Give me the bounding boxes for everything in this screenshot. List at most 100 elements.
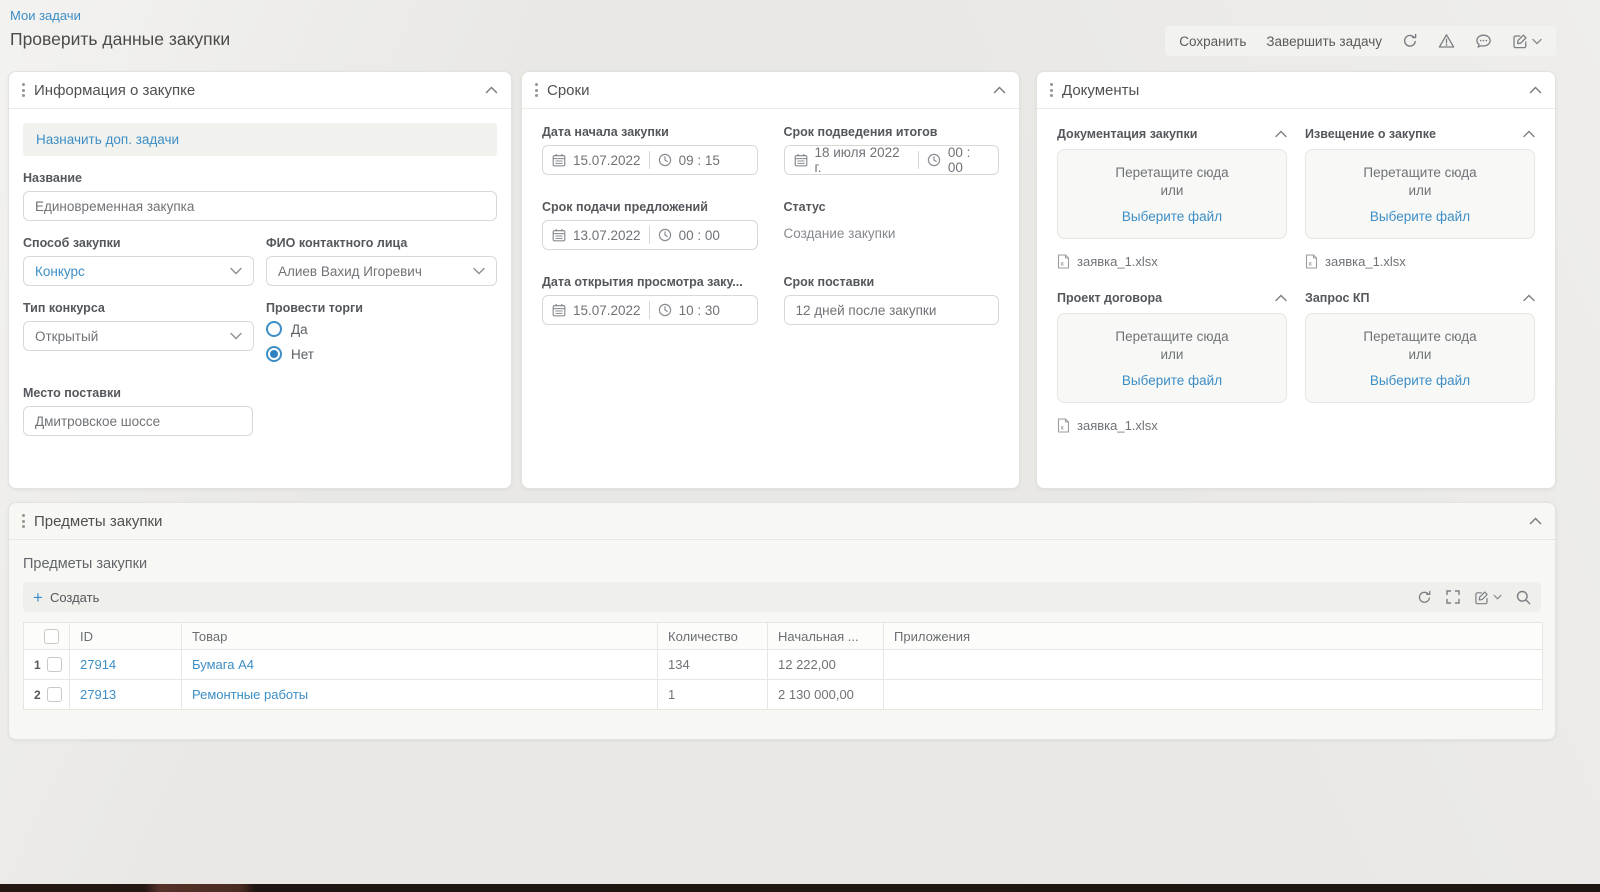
save-button[interactable]: Сохранить <box>1179 34 1246 49</box>
collapse-chevron-up-icon[interactable] <box>1529 86 1542 94</box>
purchase-method-value: Конкурс <box>35 264 85 279</box>
file-name: заявка_1.xlsx <box>1077 254 1158 269</box>
collapse-chevron-up-icon[interactable] <box>1275 130 1287 138</box>
radio-trade-no[interactable]: Нет <box>266 346 497 362</box>
item-id-link[interactable]: 27914 <box>80 657 116 672</box>
breadcrumb[interactable]: Мои задачи <box>10 8 230 23</box>
results-datetime-field[interactable]: 18 июля 2022 г. 00 : 00 <box>784 145 1000 175</box>
select-all-checkbox[interactable] <box>44 629 59 644</box>
calendar-icon <box>794 153 808 167</box>
file-dropzone[interactable]: Перетащите сюда или Выберите файл <box>1057 149 1287 239</box>
panel-purchase-info-header: Информация о закупке <box>9 72 511 109</box>
complete-task-button[interactable]: Завершить задачу <box>1266 34 1382 49</box>
contact-person-select[interactable]: Алиев Вахид Игоревич <box>266 256 497 286</box>
edit-dropdown[interactable] <box>1474 590 1502 605</box>
chevron-down-icon <box>230 267 242 275</box>
panel-title: Информация о закупке <box>34 82 485 99</box>
xlsx-file-icon: x <box>1057 254 1070 269</box>
field-label-start-date: Дата начала закупки <box>542 125 758 139</box>
choose-file-link[interactable]: Выберите файл <box>1370 209 1470 224</box>
delivery-place-value: Дмитровское шоссе <box>35 414 160 429</box>
file-dropzone[interactable]: Перетащите сюда или Выберите файл <box>1057 313 1287 403</box>
contact-person-value: Алиев Вахид Игоревич <box>278 264 422 279</box>
file-name: заявка_1.xlsx <box>1325 254 1406 269</box>
delivery-term-field[interactable]: 12 дней после закупки <box>784 295 1000 325</box>
assign-extra-tasks-link[interactable]: Назначить доп. задачи <box>23 123 497 156</box>
drag-handle-icon[interactable] <box>22 514 25 528</box>
attached-file[interactable]: x заявка_1.xlsx <box>1057 254 1287 269</box>
delivery-place-field[interactable]: Дмитровское шоссе <box>23 406 253 436</box>
row-checkbox[interactable] <box>47 687 62 702</box>
collapse-chevron-up-icon[interactable] <box>1275 294 1287 302</box>
collapse-chevron-up-icon[interactable] <box>1523 294 1535 302</box>
refresh-icon[interactable] <box>1417 590 1432 605</box>
edit-dropdown[interactable] <box>1512 33 1542 49</box>
item-attachments <box>884 680 1543 710</box>
item-id-link[interactable]: 27913 <box>80 687 116 702</box>
column-header-attachments[interactable]: Приложения <box>884 623 1543 650</box>
refresh-icon[interactable] <box>1402 33 1418 49</box>
chevron-down-icon <box>230 332 242 340</box>
table-row[interactable]: 1 27914 Бумага А4 134 12 222,00 <box>24 650 1543 680</box>
drag-handle-icon[interactable] <box>1050 83 1053 97</box>
drag-handle-icon[interactable] <box>535 83 538 97</box>
choose-file-link[interactable]: Выберите файл <box>1122 373 1222 388</box>
name-field[interactable]: Единовременная закупка <box>23 191 497 221</box>
dropzone-or-text: или <box>1161 182 1184 200</box>
radio-trade-yes[interactable]: Да <box>266 321 497 337</box>
item-price: 2 130 000,00 <box>768 680 884 710</box>
svg-text:x: x <box>1060 260 1064 267</box>
column-header-price[interactable]: Начальная ... <box>768 623 884 650</box>
doc-group-label: Документация закупки <box>1057 127 1197 141</box>
comments-icon[interactable] <box>1475 33 1492 49</box>
doc-group-notice: Извещение о закупке Перетащите сюда или … <box>1305 121 1535 269</box>
contest-type-select[interactable]: Открытый <box>23 321 254 351</box>
attached-file[interactable]: x заявка_1.xlsx <box>1305 254 1535 269</box>
field-label-opening-date: Дата открытия просмотра заку... <box>542 275 758 289</box>
svg-text:x: x <box>1308 260 1312 267</box>
table-header-row: ID Товар Количество Начальная ... Прилож… <box>24 623 1543 650</box>
choose-file-link[interactable]: Выберите файл <box>1122 209 1222 224</box>
clock-icon <box>658 228 672 242</box>
choose-file-link[interactable]: Выберите файл <box>1370 373 1470 388</box>
doc-group-label: Извещение о закупке <box>1305 127 1436 141</box>
opening-datetime-field[interactable]: 15.07.2022 10 : 30 <box>542 295 758 325</box>
row-checkbox[interactable] <box>47 657 62 672</box>
collapse-chevron-up-icon[interactable] <box>993 86 1006 94</box>
plus-icon: + <box>33 589 43 606</box>
time-value: 00 : 00 <box>679 228 720 243</box>
file-dropzone[interactable]: Перетащите сюда или Выберите файл <box>1305 149 1535 239</box>
attached-file[interactable]: x заявка_1.xlsx <box>1057 418 1287 433</box>
column-header-id[interactable]: ID <box>70 623 182 650</box>
item-product-link[interactable]: Ремонтные работы <box>192 687 308 702</box>
top-toolbar: Сохранить Завершить задачу <box>1165 26 1556 56</box>
dropzone-drag-text: Перетащите сюда <box>1363 328 1476 346</box>
warning-icon[interactable] <box>1438 33 1455 49</box>
proposals-datetime-field[interactable]: 13.07.2022 00 : 00 <box>542 220 758 250</box>
bottom-window-edge <box>0 884 1600 892</box>
panel-title: Предметы закупки <box>34 513 1529 530</box>
doc-group-documentation: Документация закупки Перетащите сюда или… <box>1057 121 1287 269</box>
delivery-term-value: 12 дней после закупки <box>796 303 937 318</box>
search-icon[interactable] <box>1516 590 1531 605</box>
purchase-method-select[interactable]: Конкурс <box>23 256 254 286</box>
file-dropzone[interactable]: Перетащите сюда или Выберите файл <box>1305 313 1535 403</box>
collapse-chevron-up-icon[interactable] <box>1523 130 1535 138</box>
panel-purchase-items-header: Предметы закупки <box>9 503 1555 540</box>
collapse-chevron-up-icon[interactable] <box>485 86 498 94</box>
dropzone-or-text: или <box>1409 346 1432 364</box>
item-price: 12 222,00 <box>768 650 884 680</box>
collapse-chevron-up-icon[interactable] <box>1529 517 1542 525</box>
create-item-button[interactable]: + Создать <box>33 589 99 606</box>
xlsx-file-icon: x <box>1057 418 1070 433</box>
column-header-qty[interactable]: Количество <box>658 623 768 650</box>
fullscreen-icon[interactable] <box>1446 590 1460 604</box>
field-label-contest-type: Тип конкурса <box>23 301 254 315</box>
table-row[interactable]: 2 27913 Ремонтные работы 1 2 130 000,00 <box>24 680 1543 710</box>
item-product-link[interactable]: Бумага А4 <box>192 657 254 672</box>
column-header-product[interactable]: Товар <box>182 623 658 650</box>
time-value: 10 : 30 <box>679 303 720 318</box>
status-value: Создание закупки <box>784 220 1000 241</box>
drag-handle-icon[interactable] <box>22 83 25 97</box>
start-datetime-field[interactable]: 15.07.2022 09 : 15 <box>542 145 758 175</box>
